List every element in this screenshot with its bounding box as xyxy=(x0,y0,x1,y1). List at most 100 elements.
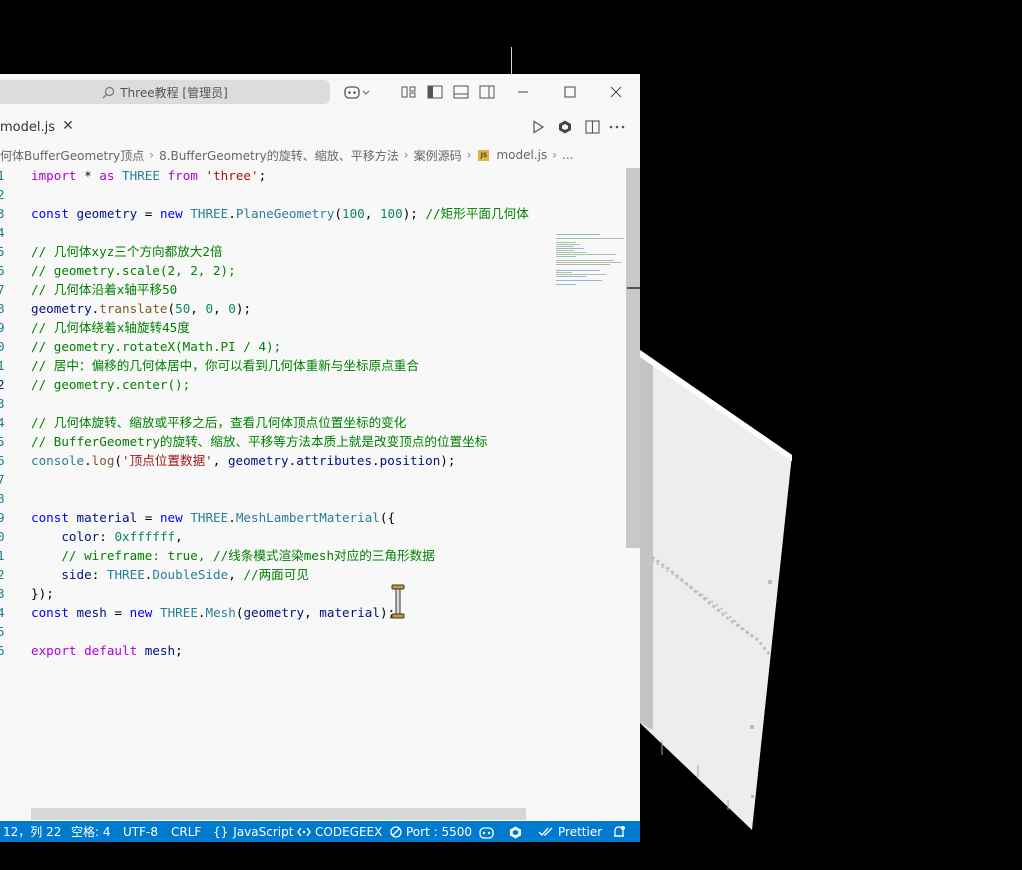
status-bar: 12，列 22 空格: 4 UTF-8 CRLF {} JavaScript C… xyxy=(0,821,640,842)
broadcast-icon xyxy=(390,826,402,838)
code-text: const mesh = new THREE.Mesh(geometry, ma… xyxy=(31,605,396,620)
code-line[interactable]: 5 // 几何体xyz三个方向都放大2倍 xyxy=(0,242,625,261)
line-number: 3 xyxy=(0,396,5,411)
code-line[interactable]: 0 color: 0xffffff, xyxy=(0,527,625,546)
javascript-file-icon: JS xyxy=(478,149,490,161)
plane-mesh xyxy=(640,350,792,830)
code-text: side: THREE.DoubleSide, //两面可见 xyxy=(61,567,309,582)
extension-status-icon[interactable] xyxy=(509,821,526,842)
copilot-status-icon[interactable] xyxy=(479,821,498,842)
code-line[interactable]: 3 xyxy=(0,394,625,413)
code-line[interactable]: 0 // geometry.rotateX(Math.PI / 4); xyxy=(0,337,625,356)
notifications-icon[interactable] xyxy=(612,821,630,842)
code-line[interactable]: 1 // wireframe: true, //线条模式渲染mesh对应的三角形… xyxy=(0,546,625,565)
run-icon[interactable] xyxy=(529,118,547,136)
breadcrumb-item[interactable]: 案例源码 xyxy=(414,147,462,164)
line-number: 5 xyxy=(0,434,5,449)
toggle-panel-icon[interactable] xyxy=(450,81,472,103)
code-editor[interactable]: 1 import * as THREE from 'three'; 2 3 const … xyxy=(0,166,625,806)
line-number: 9 xyxy=(0,510,5,525)
code-line[interactable]: 4 const mesh = new THREE.Mesh(geometry, m… xyxy=(0,603,625,622)
code-text: }); xyxy=(31,586,54,601)
code-text: // 居中：偏移的几何体居中，你可以看到几何体重新与坐标原点重合 xyxy=(31,358,419,373)
split-editor-icon[interactable] xyxy=(583,118,601,136)
copilot-icon[interactable] xyxy=(341,81,373,103)
code-line[interactable]: 2 xyxy=(0,185,625,204)
code-line[interactable]: 1 import * as THREE from 'three'; xyxy=(0,166,625,185)
code-text: // 几何体绕着x轴旋转45度 xyxy=(31,320,190,335)
encoding[interactable]: UTF-8 xyxy=(123,821,158,842)
code-line[interactable]: 7 xyxy=(0,470,625,489)
code-line[interactable]: 6 // geometry.scale(2, 2, 2); xyxy=(0,261,625,280)
end-of-line[interactable]: CRLF xyxy=(171,821,201,842)
code-line[interactable]: 4 xyxy=(0,223,625,242)
line-number: 7 xyxy=(0,282,5,297)
code-text: export default mesh; xyxy=(31,643,183,658)
breadcrumb-item[interactable]: 何体BufferGeometry顶点 xyxy=(0,147,144,164)
code-line[interactable]: 6 console.log('顶点位置数据', geometry.attribut… xyxy=(0,451,625,470)
layout-customize-icon[interactable] xyxy=(398,81,420,103)
code-line[interactable]: 8 xyxy=(0,489,625,508)
code-line[interactable]: 5 // BufferGeometry的旋转、缩放、平移等方法本质上就是改变顶点的… xyxy=(0,432,625,451)
vscode-window: Three教程 [管理员] model.js ✕ 何体BufferGeometr… xyxy=(0,74,640,842)
code-line[interactable]: 4 // 几何体旋转、缩放或平移之后，查看几何体顶点位置坐标的变化 xyxy=(0,413,625,432)
codegeex-status[interactable]: CODEGEEX xyxy=(297,821,382,842)
cursor-position[interactable]: 12，列 22 xyxy=(3,821,61,842)
language-mode[interactable]: {} JavaScript xyxy=(213,821,293,842)
code-line[interactable]: 3}); xyxy=(0,584,625,603)
line-number: 2 xyxy=(0,377,5,392)
breadcrumb-item[interactable]: model.js xyxy=(496,148,547,162)
codegeex-label: CODEGEEX xyxy=(315,825,383,839)
code-line[interactable]: 9 // 几何体绕着x轴旋转45度 xyxy=(0,318,625,337)
toggle-secondary-sidebar-icon[interactable] xyxy=(476,81,498,103)
line-number: 1 xyxy=(0,548,5,563)
search-box-text: Three教程 [管理员] xyxy=(120,85,228,100)
code-line[interactable]: 3 const geometry = new THREE.PlaneGeometr… xyxy=(0,204,625,223)
maximize-icon[interactable] xyxy=(559,81,581,103)
title-bar: Three教程 [管理员] xyxy=(0,74,640,110)
code-text: const geometry = new THREE.PlaneGeometry… xyxy=(31,206,529,221)
window-edge-line xyxy=(511,47,512,74)
language-label: JavaScript xyxy=(233,825,294,839)
breadcrumb-item[interactable]: 8.BufferGeometry的旋转、缩放、平移方法 xyxy=(159,147,399,164)
line-number: 6 xyxy=(0,643,5,658)
command-center-search[interactable]: Three教程 [管理员] xyxy=(0,80,330,104)
indentation[interactable]: 空格: 4 xyxy=(71,821,111,842)
code-text: // geometry.scale(2, 2, 2); xyxy=(31,263,236,278)
line-number: 2 xyxy=(0,187,5,202)
code-line[interactable]: 6 export default mesh; xyxy=(0,641,625,660)
prettier-status[interactable]: Prettier xyxy=(538,821,602,842)
minimize-icon[interactable] xyxy=(512,81,534,103)
vertical-scrollbar-thumb[interactable] xyxy=(626,168,640,548)
close-window-icon[interactable] xyxy=(605,81,627,103)
chevron-right-icon: › xyxy=(466,148,472,162)
code-text: import * as THREE from 'three'; xyxy=(31,168,267,183)
code-line[interactable]: 2 side: THREE.DoubleSide, //两面可见 xyxy=(0,565,625,584)
line-number: 0 xyxy=(0,339,5,354)
code-line[interactable]: 7 // 几何体沿着x轴平移50 xyxy=(0,280,625,299)
live-server-port[interactable]: Port : 5500 xyxy=(390,821,472,842)
extension-icon[interactable] xyxy=(556,118,574,136)
three-render-preview xyxy=(640,350,792,830)
code-line[interactable]: 8 geometry.translate(50, 0, 0); xyxy=(0,299,625,318)
editor-tab-bar: model.js ✕ xyxy=(0,110,640,144)
code-line[interactable]: 9 const material = new THREE.MeshLambertM… xyxy=(0,508,625,527)
line-number: 5 xyxy=(0,624,5,639)
code-text: color: 0xffffff, xyxy=(61,529,183,544)
line-number: 6 xyxy=(0,263,5,278)
search-icon xyxy=(102,86,115,98)
horizontal-scrollbar-thumb[interactable] xyxy=(31,808,526,820)
line-number: 8 xyxy=(0,301,5,316)
code-line[interactable]: 2 // geometry.center(); xyxy=(0,375,625,394)
line-number: 4 xyxy=(0,225,5,240)
code-line[interactable]: 5 xyxy=(0,622,625,641)
line-number: 1 xyxy=(0,168,5,183)
line-number: 5 xyxy=(0,244,5,259)
toggle-primary-sidebar-icon[interactable] xyxy=(424,81,446,103)
code-line[interactable]: 1 // 居中：偏移的几何体居中，你可以看到几何体重新与坐标原点重合 xyxy=(0,356,625,375)
minimap[interactable] xyxy=(556,234,626,294)
more-actions-icon[interactable] xyxy=(608,118,626,136)
editor-tab-model-js[interactable]: model.js ✕ xyxy=(0,110,84,144)
breadcrumb-item[interactable]: ... xyxy=(562,148,573,162)
close-icon[interactable]: ✕ xyxy=(61,119,75,133)
